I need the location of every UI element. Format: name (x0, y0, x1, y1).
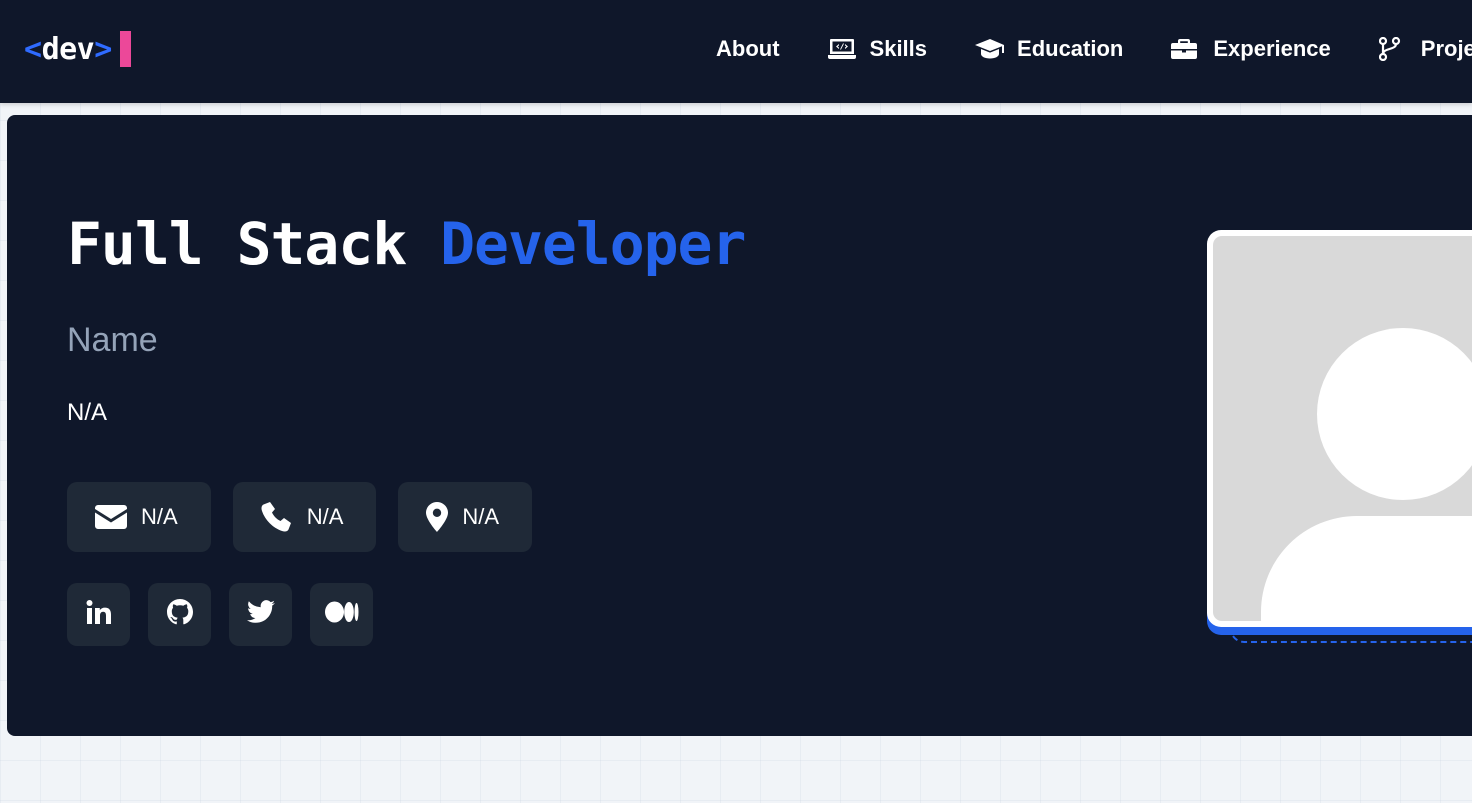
nav-item-label: About (716, 36, 780, 61)
location-pin-icon (426, 502, 449, 532)
logo-open-bracket: < (24, 31, 42, 67)
site-logo[interactable]: < dev > (24, 30, 131, 68)
envelope-icon (95, 505, 127, 529)
linkedin-icon (86, 600, 112, 629)
nav-item-label: Projects (1420, 36, 1472, 61)
medium-button[interactable] (310, 583, 373, 646)
navbar: < dev > About Skills Education Experienc… (0, 0, 1472, 103)
hero-title-accent: Developer (440, 210, 746, 278)
laptop-code-icon (827, 37, 858, 61)
hero-section: Full Stack Developer Name N/A N/A N/A N/… (7, 115, 1472, 736)
profile-bio: N/A (67, 399, 108, 426)
nav-item-about[interactable]: About (716, 36, 780, 62)
logo-word: dev (41, 31, 95, 67)
nav-item-education[interactable]: Education (975, 36, 1123, 62)
nav-item-label: Education (1017, 36, 1124, 61)
code-branch-icon (1378, 37, 1409, 61)
logo-close-bracket: > (94, 31, 112, 67)
nav-item-projects[interactable]: Projects (1378, 36, 1472, 62)
location-value: N/A (462, 504, 500, 529)
phone-value: N/A (306, 504, 344, 529)
phone-chip[interactable]: N/A (232, 482, 377, 552)
hero-title: Full Stack Developer (67, 207, 746, 281)
nav-item-experience[interactable]: Experience (1171, 36, 1331, 62)
github-button[interactable] (148, 583, 211, 646)
contact-info: N/A N/A N/A (67, 482, 554, 552)
linkedin-button[interactable] (67, 583, 130, 646)
twitter-icon (246, 600, 275, 629)
avatar-head-shape (1317, 328, 1472, 500)
email-value: N/A (141, 504, 178, 529)
location-chip[interactable]: N/A (398, 482, 533, 552)
main-nav: About Skills Education Experience Proje (716, 29, 1472, 69)
github-icon (166, 598, 194, 631)
profile-name: Name (67, 321, 158, 359)
twitter-button[interactable] (229, 583, 292, 646)
medium-icon (324, 601, 359, 628)
nav-item-skills[interactable]: Skills (827, 36, 928, 62)
nav-item-label: Skills (869, 36, 928, 61)
email-chip[interactable]: N/A (67, 482, 211, 552)
nav-item-label: Experience (1213, 36, 1331, 61)
briefcase-icon (1171, 37, 1201, 61)
avatar-placeholder (1213, 236, 1472, 621)
phone-icon (261, 502, 293, 532)
avatar-body-shape (1261, 516, 1472, 621)
graduation-cap-icon (975, 37, 1005, 61)
logo-cursor (119, 31, 131, 67)
social-links (67, 583, 391, 646)
profile-photo (1207, 230, 1472, 627)
hero-title-main: Full Stack (67, 210, 441, 278)
